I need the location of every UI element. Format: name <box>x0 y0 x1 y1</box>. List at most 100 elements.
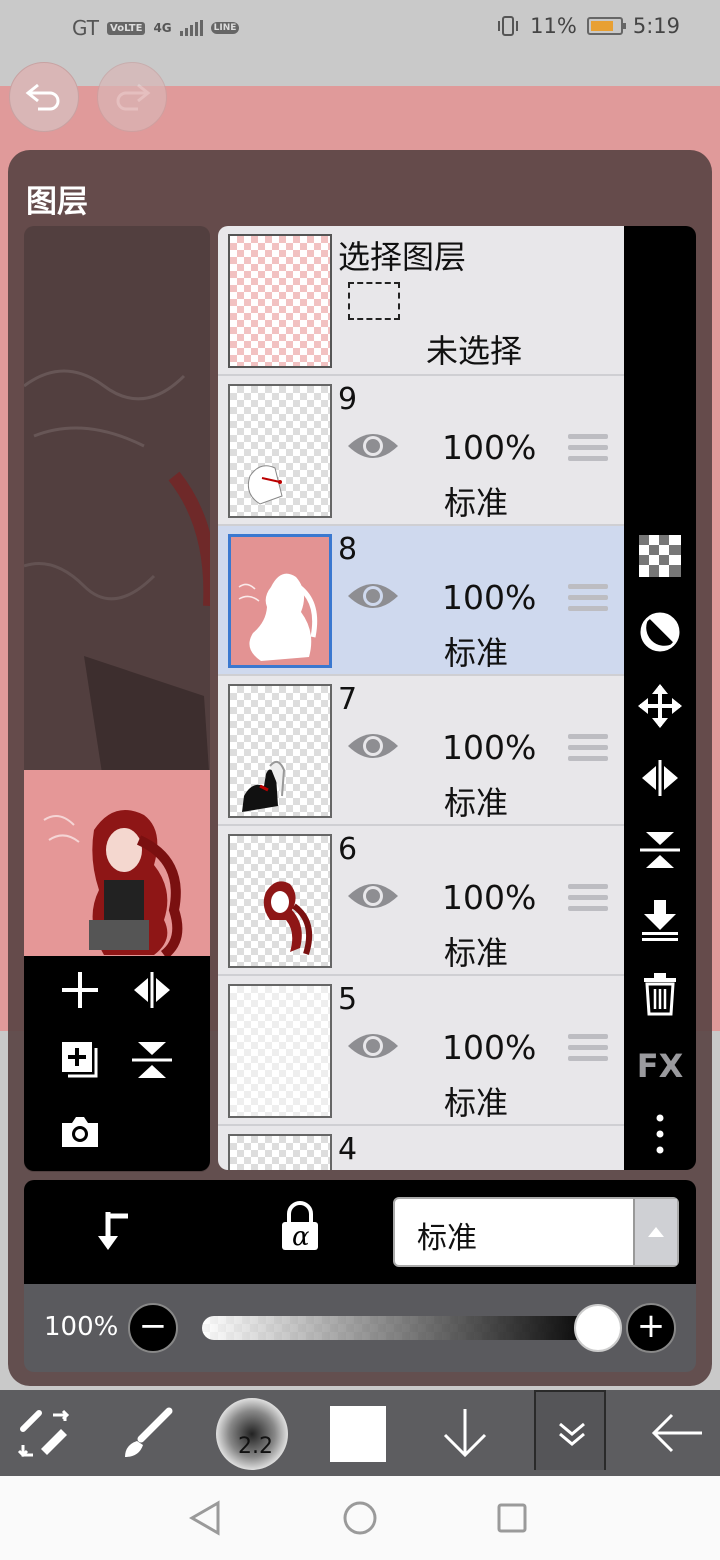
layer-number: 6 <box>338 832 358 867</box>
add-layer-button[interactable] <box>52 962 108 1018</box>
vibrate-icon <box>498 16 519 36</box>
transparency-lock-button[interactable] <box>638 534 682 578</box>
blend-mode-select[interactable]: 标准 <box>393 1197 679 1267</box>
layer-row-9[interactable]: 9 100% 标准 <box>218 376 624 526</box>
opacity-slider-track[interactable] <box>202 1316 602 1340</box>
canvas-thumbnail[interactable] <box>24 770 210 956</box>
carrier-label: GT <box>72 16 100 40</box>
drag-handle[interactable] <box>568 584 608 617</box>
flip-horizontal-canvas-button[interactable] <box>124 962 180 1018</box>
visibility-toggle[interactable] <box>346 728 400 768</box>
clock: 5:19 <box>632 14 680 38</box>
move-down-button[interactable] <box>430 1390 500 1476</box>
layer-number: 7 <box>338 682 358 717</box>
layer-row-7[interactable]: 7 100% 标准 <box>218 676 624 826</box>
flip-layer-vertical-button[interactable] <box>638 828 682 872</box>
layer-opacity: 100% <box>442 428 537 467</box>
layer-thumbnail <box>228 984 332 1118</box>
more-options-button[interactable] <box>638 1112 682 1156</box>
double-chevron-down-icon <box>559 1422 585 1446</box>
alpha-symbol: α <box>292 1222 310 1252</box>
layer-thumbnail <box>228 834 332 968</box>
drag-handle[interactable] <box>568 884 608 917</box>
flip-vertical-canvas-button[interactable] <box>124 1032 180 1088</box>
layer-number: 5 <box>338 982 358 1017</box>
duplicate-layer-button[interactable] <box>52 1032 108 1088</box>
dropdown-arrow-icon <box>633 1199 677 1265</box>
battery-icon <box>586 17 626 35</box>
status-bar: GT VoLTE 4G LINE 11% 5:19 <box>0 0 720 56</box>
status-left: GT VoLTE 4G LINE <box>72 16 240 40</box>
color-picker-button[interactable] <box>330 1406 386 1462</box>
duplicate-icon <box>62 1042 98 1078</box>
status-right: 11% 5:19 <box>496 14 680 38</box>
drag-handle[interactable] <box>568 1034 608 1067</box>
flip-vertical-icon <box>132 1042 172 1078</box>
selection-marquee-icon <box>348 282 400 320</box>
layers-toggle-button[interactable] <box>534 1390 606 1470</box>
visibility-toggle[interactable] <box>346 428 400 468</box>
eye-icon <box>348 584 398 608</box>
nav-home-button[interactable] <box>342 1500 378 1540</box>
line-app-icon: LINE <box>210 22 240 34</box>
more-vertical-icon <box>656 1114 664 1154</box>
brush-tool-button[interactable] <box>112 1390 182 1476</box>
layer-thumbnail <box>228 534 332 668</box>
layer-row-6[interactable]: 6 100% 标准 <box>218 826 624 976</box>
merge-down-icon <box>642 900 678 941</box>
layer-row-4[interactable]: 4 <box>218 1126 624 1170</box>
redo-button[interactable] <box>97 62 167 132</box>
layer-row-8[interactable]: 8 100% 标准 <box>218 526 624 676</box>
layer-row-5[interactable]: 5 100% 标准 <box>218 976 624 1126</box>
back-button[interactable] <box>640 1390 712 1476</box>
triangle-back-icon <box>188 1500 220 1536</box>
brush-size-button[interactable]: 2.2 <box>216 1398 288 1470</box>
drag-handle[interactable] <box>568 734 608 767</box>
undo-button[interactable] <box>9 62 79 132</box>
flip-layer-horizontal-button[interactable] <box>638 756 682 800</box>
contrast-circle-icon <box>640 612 680 652</box>
layer-number: 9 <box>338 382 358 417</box>
layer-list[interactable]: 选择图层 未选择 9 100% 标准 8 100% 标准 7 100% 标准 6… <box>218 226 624 1170</box>
brush-icon <box>125 1407 173 1457</box>
tool-switch-button[interactable] <box>10 1390 80 1476</box>
visibility-toggle[interactable] <box>346 878 400 918</box>
visibility-toggle[interactable] <box>346 1028 400 1068</box>
opacity-increase-button[interactable]: + <box>626 1303 676 1353</box>
fx-button[interactable]: FX <box>637 1044 684 1088</box>
layer-blend-mode: 标准 <box>444 634 509 672</box>
opacity-row: 100% − + <box>24 1284 696 1372</box>
brush-eraser-swap-icon <box>17 1409 70 1458</box>
layer-actions-toolbar: FX <box>624 226 696 1170</box>
opacity-decrease-button[interactable]: − <box>128 1303 178 1353</box>
arrow-left-icon <box>651 1413 702 1453</box>
eye-icon <box>348 1034 398 1058</box>
flip-vertical-icon <box>640 832 680 868</box>
layer-blend-mode: 标准 <box>444 934 509 972</box>
selection-layer-title: 选择图层 <box>338 238 467 276</box>
selection-layer-row[interactable]: 选择图层 未选择 <box>218 226 624 376</box>
visibility-toggle[interactable] <box>346 578 400 618</box>
character-artwork <box>43 810 183 956</box>
clipping-button[interactable] <box>638 610 682 654</box>
merge-down-button[interactable] <box>638 898 682 942</box>
layer-blend-mode: 标准 <box>444 784 509 822</box>
eye-icon <box>348 734 398 758</box>
delete-layer-button[interactable] <box>638 972 682 1016</box>
flip-horizontal-icon <box>642 760 678 796</box>
flip-horizontal-icon <box>134 972 170 1008</box>
layer-number: 8 <box>338 532 358 567</box>
opacity-slider-knob[interactable] <box>574 1304 622 1352</box>
system-nav-bar <box>0 1476 720 1560</box>
nav-back-button[interactable] <box>188 1500 222 1540</box>
battery-percent: 11% <box>530 14 577 38</box>
layer-tools-left <box>24 956 210 1171</box>
alpha-lock-toggle[interactable]: α <box>278 1200 322 1256</box>
network-label: 4G <box>153 21 172 35</box>
layer-thumbnail <box>228 1134 332 1170</box>
move-layer-button[interactable] <box>638 684 682 728</box>
nav-recents-button[interactable] <box>496 1502 528 1538</box>
drag-handle[interactable] <box>568 434 608 467</box>
clipping-toggle[interactable] <box>92 1206 134 1258</box>
camera-import-button[interactable] <box>52 1104 108 1160</box>
